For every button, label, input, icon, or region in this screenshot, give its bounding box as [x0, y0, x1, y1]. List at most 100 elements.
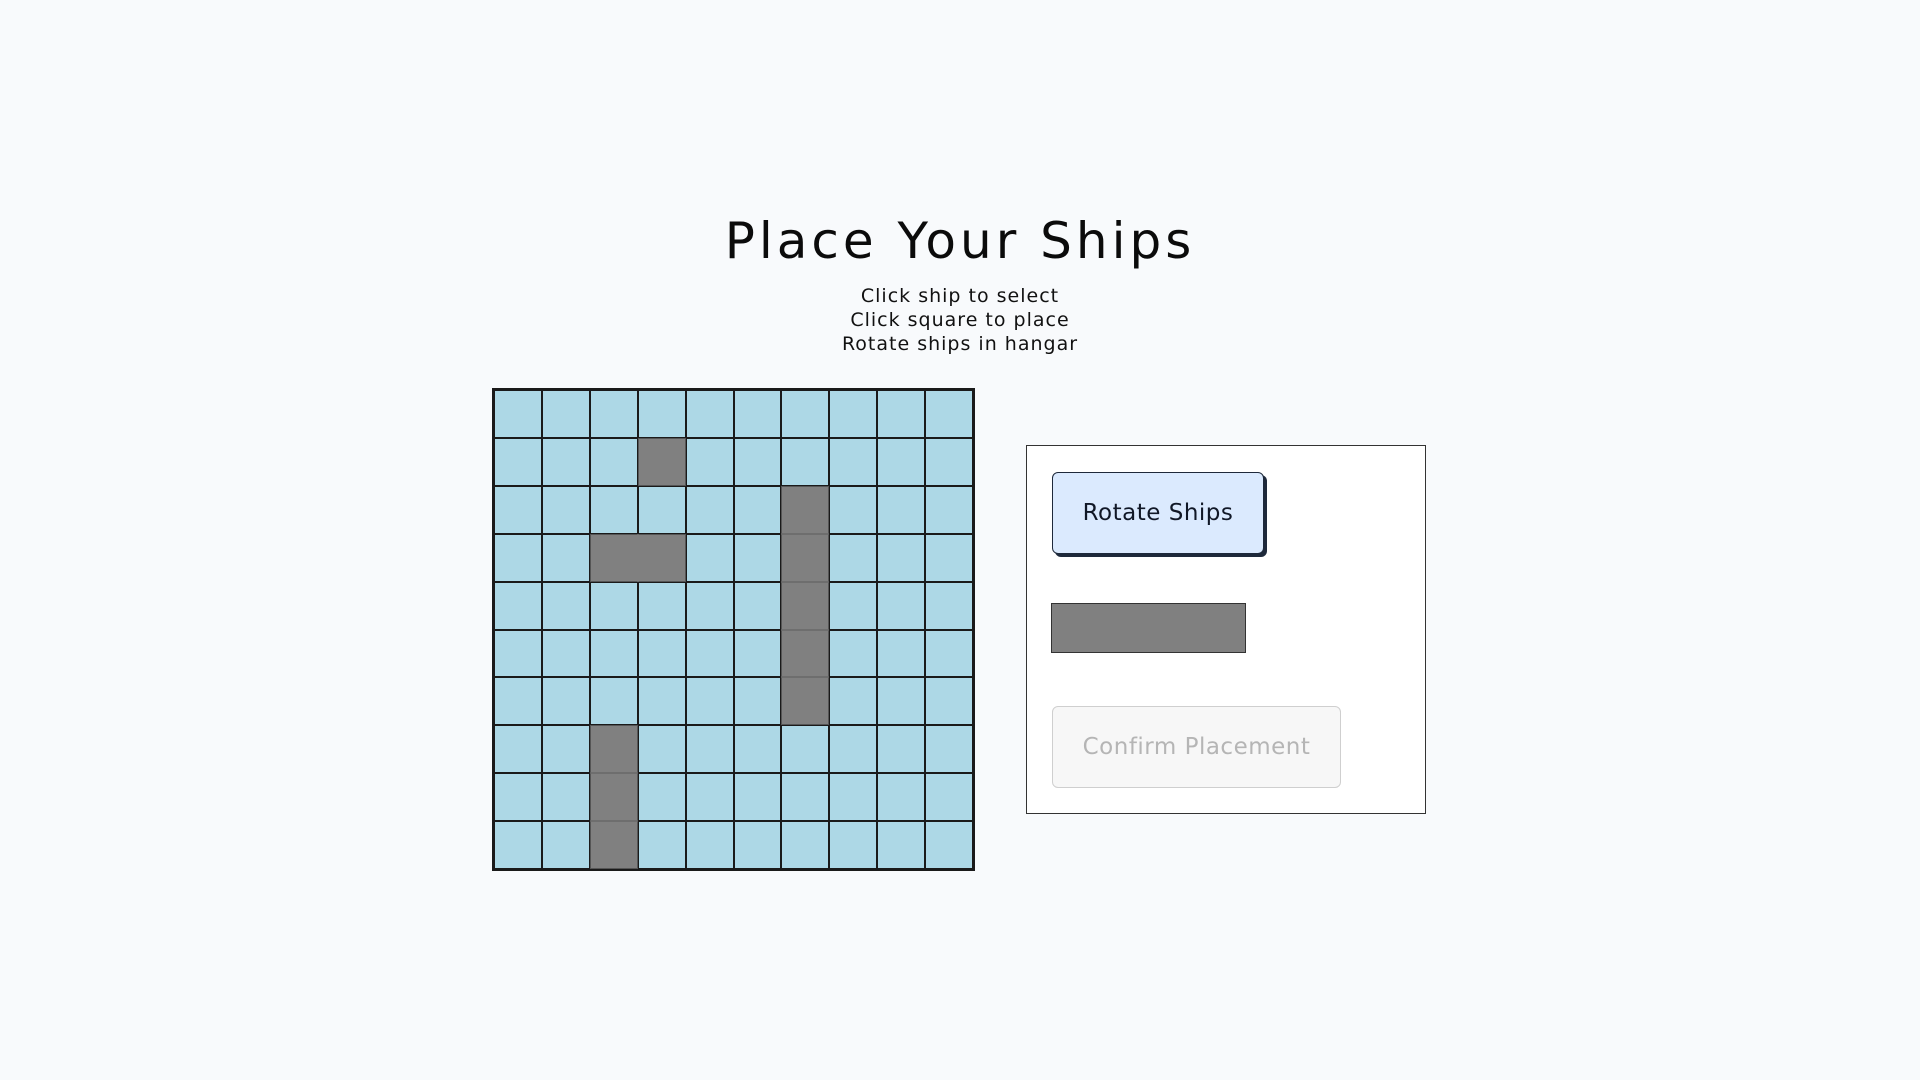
board-cell[interactable] — [781, 437, 830, 486]
board-cell[interactable] — [541, 437, 590, 486]
board-cell[interactable] — [494, 629, 542, 678]
board-cell[interactable] — [637, 725, 686, 774]
board-cell[interactable] — [733, 629, 782, 678]
board-cell[interactable] — [733, 581, 782, 630]
board-cell[interactable] — [829, 533, 878, 582]
board-cell[interactable] — [494, 485, 542, 534]
board-cell[interactable] — [781, 725, 830, 774]
board-cell[interactable] — [733, 533, 782, 582]
board-cell-ship[interactable] — [637, 437, 686, 486]
board-cell-ship[interactable] — [637, 533, 686, 582]
board-cell[interactable] — [925, 629, 973, 678]
board-cell[interactable] — [829, 677, 878, 726]
board-cell[interactable] — [925, 773, 973, 822]
board-cell[interactable] — [829, 629, 878, 678]
board-cell[interactable] — [781, 773, 830, 822]
confirm-placement-button[interactable]: Confirm Placement — [1052, 706, 1341, 788]
board-cell[interactable] — [685, 773, 734, 822]
board-cell[interactable] — [925, 725, 973, 774]
board-cell[interactable] — [925, 677, 973, 726]
board-cell[interactable] — [877, 533, 926, 582]
board-cell[interactable] — [877, 773, 926, 822]
board-cell-ship[interactable] — [781, 629, 830, 678]
board-cell[interactable] — [925, 437, 973, 486]
board-cell[interactable] — [733, 725, 782, 774]
board-cell[interactable] — [781, 390, 830, 438]
board-cell[interactable] — [781, 821, 830, 869]
board-cell[interactable] — [589, 390, 638, 438]
board-cell[interactable] — [589, 437, 638, 486]
board-cell[interactable] — [685, 533, 734, 582]
board-cell[interactable] — [685, 437, 734, 486]
board-cell[interactable] — [925, 821, 973, 869]
board-cell[interactable] — [494, 437, 542, 486]
board-cell[interactable] — [877, 581, 926, 630]
board-cell[interactable] — [637, 485, 686, 534]
hangar-ship[interactable] — [1051, 603, 1246, 653]
board-cell[interactable] — [589, 581, 638, 630]
board-cell[interactable] — [494, 821, 542, 869]
board-cell[interactable] — [733, 821, 782, 869]
board-cell[interactable] — [925, 485, 973, 534]
board-cell[interactable] — [637, 581, 686, 630]
board-cell[interactable] — [829, 390, 878, 438]
board-cell-ship[interactable] — [589, 821, 638, 869]
board-cell[interactable] — [685, 677, 734, 726]
board-cell[interactable] — [829, 725, 878, 774]
board-cell-ship[interactable] — [781, 485, 830, 534]
board-cell[interactable] — [541, 581, 590, 630]
board-cell[interactable] — [637, 390, 686, 438]
board-cell[interactable] — [829, 437, 878, 486]
board-cell[interactable] — [685, 485, 734, 534]
board-cell[interactable] — [637, 773, 686, 822]
board-cell[interactable] — [685, 821, 734, 869]
board-cell[interactable] — [541, 629, 590, 678]
board-cell[interactable] — [733, 437, 782, 486]
board-cell-ship[interactable] — [781, 533, 830, 582]
board-cell[interactable] — [541, 485, 590, 534]
board-cell-ship[interactable] — [781, 581, 830, 630]
board-cell[interactable] — [733, 773, 782, 822]
board-cell[interactable] — [877, 629, 926, 678]
board-cell[interactable] — [494, 725, 542, 774]
board-cell[interactable] — [733, 677, 782, 726]
board-cell[interactable] — [685, 725, 734, 774]
board-cell[interactable] — [637, 821, 686, 869]
board-cell[interactable] — [925, 581, 973, 630]
board-cell[interactable] — [541, 773, 590, 822]
board-cell[interactable] — [494, 390, 542, 438]
board-cell[interactable] — [829, 773, 878, 822]
board-cell[interactable] — [494, 533, 542, 582]
board-cell[interactable] — [541, 821, 590, 869]
board-cell[interactable] — [494, 773, 542, 822]
board-cell[interactable] — [925, 533, 973, 582]
board-cell[interactable] — [829, 485, 878, 534]
board-cell[interactable] — [589, 629, 638, 678]
board-cell-ship[interactable] — [589, 773, 638, 822]
board-cell[interactable] — [589, 677, 638, 726]
board-cell-ship[interactable] — [589, 533, 638, 582]
board-cell[interactable] — [877, 390, 926, 438]
board-cell[interactable] — [877, 677, 926, 726]
board-cell[interactable] — [637, 629, 686, 678]
board-cell[interactable] — [541, 677, 590, 726]
board-cell[interactable] — [589, 485, 638, 534]
board-cell-ship[interactable] — [781, 677, 830, 726]
board-cell[interactable] — [877, 725, 926, 774]
board-cell[interactable] — [494, 581, 542, 630]
board-cell[interactable] — [877, 437, 926, 486]
board-cell[interactable] — [685, 390, 734, 438]
board-cell[interactable] — [541, 533, 590, 582]
board-cell[interactable] — [733, 485, 782, 534]
board-cell[interactable] — [925, 390, 973, 438]
board-cell[interactable] — [685, 581, 734, 630]
board-cell[interactable] — [829, 821, 878, 869]
board-cell[interactable] — [733, 390, 782, 438]
board-cell[interactable] — [685, 629, 734, 678]
board-cell[interactable] — [541, 725, 590, 774]
board-cell[interactable] — [494, 677, 542, 726]
board-cell-ship[interactable] — [589, 725, 638, 774]
board-cell[interactable] — [877, 821, 926, 869]
board-cell[interactable] — [877, 485, 926, 534]
rotate-ships-button[interactable]: Rotate Ships — [1052, 472, 1264, 554]
